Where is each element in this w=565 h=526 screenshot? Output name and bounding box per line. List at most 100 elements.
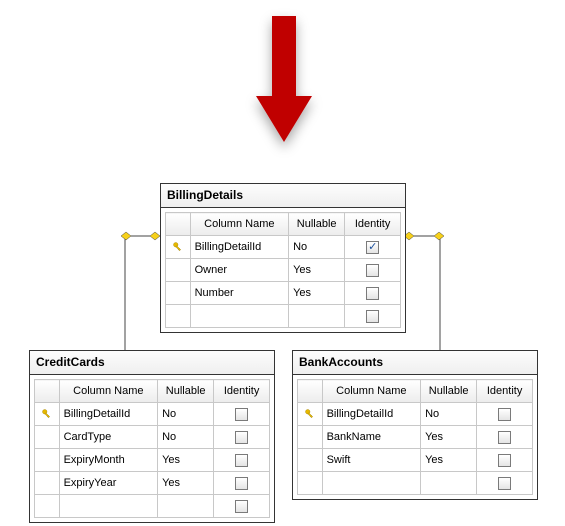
identity-checkbox[interactable] [498,408,511,421]
table-row[interactable]: BillingDetailIdNo [298,403,533,426]
cell-nullable: Yes [421,426,477,449]
identity-checkbox[interactable] [235,500,248,513]
cell-key [35,472,60,495]
cell-identity [477,403,533,426]
table-row[interactable]: CardTypeNo [35,426,270,449]
header-key [298,380,323,403]
cell-column-name: BillingDetailId [190,236,288,259]
identity-checkbox[interactable] [235,431,248,444]
primary-key-icon [172,241,184,253]
cell-nullable: No [289,236,345,259]
table-row[interactable]: ExpiryMonthYes [35,449,270,472]
cell-identity [214,472,270,495]
header-nullable: Nullable [289,213,345,236]
cell-key [298,449,323,472]
table-row[interactable]: BankNameYes [298,426,533,449]
header-identity: Identity [345,213,401,236]
cell-column-name: CardType [59,426,157,449]
identity-checkbox[interactable] [235,477,248,490]
cell-identity [477,449,533,472]
table-row[interactable]: NumberYes [166,282,401,305]
entity-title: BankAccounts [293,351,537,375]
cell-nullable: Yes [289,259,345,282]
cell-identity [345,305,401,328]
cell-column-name: Number [190,282,288,305]
cell-nullable [289,305,345,328]
cell-key [35,495,60,518]
cell-identity [477,472,533,495]
identity-checkbox[interactable] [235,408,248,421]
cell-nullable [421,472,477,495]
table-row[interactable] [298,472,533,495]
cell-identity [214,495,270,518]
identity-checkbox[interactable] [366,287,379,300]
header-key [166,213,191,236]
cell-column-name: ExpiryYear [59,472,157,495]
cell-identity [345,259,401,282]
cell-column-name: BillingDetailId [59,403,157,426]
header-column-name: Column Name [322,380,420,403]
header-column-name: Column Name [59,380,157,403]
identity-checkbox[interactable] [498,454,511,467]
entity-title: BillingDetails [161,184,405,208]
entity-grid: Column Name Nullable Identity BillingDet… [30,375,274,522]
cell-column-name: ExpiryMonth [59,449,157,472]
cell-nullable: No [421,403,477,426]
cell-key [166,282,191,305]
entity-grid: Column Name Nullable Identity BillingDet… [161,208,405,332]
cell-column-name [322,472,420,495]
cell-nullable: No [158,403,214,426]
identity-checkbox[interactable] [366,241,379,254]
identity-checkbox[interactable] [498,431,511,444]
cell-column-name: BillingDetailId [322,403,420,426]
cell-identity [214,449,270,472]
entity-grid: Column Name Nullable Identity BillingDet… [293,375,537,499]
table-row[interactable]: BillingDetailIdNo [166,236,401,259]
cell-identity [477,426,533,449]
cell-nullable [158,495,214,518]
table-row[interactable] [166,305,401,328]
cell-key [298,426,323,449]
identity-checkbox[interactable] [366,264,379,277]
cell-key [35,403,60,426]
identity-checkbox[interactable] [235,454,248,467]
entity-title: CreditCards [30,351,274,375]
table-row[interactable] [35,495,270,518]
cell-key [166,259,191,282]
cell-column-name: Swift [322,449,420,472]
entity-billing-details[interactable]: BillingDetails Column Name Nullable Iden… [160,183,406,333]
er-diagram-canvas: { "headers": { "column_name": "Column Na… [0,0,565,526]
table-row[interactable]: OwnerYes [166,259,401,282]
header-column-name: Column Name [190,213,288,236]
header-identity: Identity [477,380,533,403]
primary-key-icon [41,408,53,420]
cell-key [166,305,191,328]
cell-nullable: Yes [158,449,214,472]
cell-column-name [59,495,157,518]
header-nullable: Nullable [421,380,477,403]
cell-key [166,236,191,259]
cell-identity [214,403,270,426]
table-row[interactable]: BillingDetailIdNo [35,403,270,426]
table-row[interactable]: SwiftYes [298,449,533,472]
cell-column-name [190,305,288,328]
cell-nullable: Yes [421,449,477,472]
cell-nullable: No [158,426,214,449]
header-identity: Identity [214,380,270,403]
header-key [35,380,60,403]
cell-column-name: Owner [190,259,288,282]
table-row[interactable]: ExpiryYearYes [35,472,270,495]
cell-identity [214,426,270,449]
header-nullable: Nullable [158,380,214,403]
cell-nullable: Yes [158,472,214,495]
cell-key [35,426,60,449]
cell-nullable: Yes [289,282,345,305]
cell-key [298,472,323,495]
cell-identity [345,282,401,305]
cell-identity [345,236,401,259]
identity-checkbox[interactable] [498,477,511,490]
cell-key [298,403,323,426]
entity-bank-accounts[interactable]: BankAccounts Column Name Nullable Identi… [292,350,538,500]
identity-checkbox[interactable] [366,310,379,323]
entity-credit-cards[interactable]: CreditCards Column Name Nullable Identit… [29,350,275,523]
